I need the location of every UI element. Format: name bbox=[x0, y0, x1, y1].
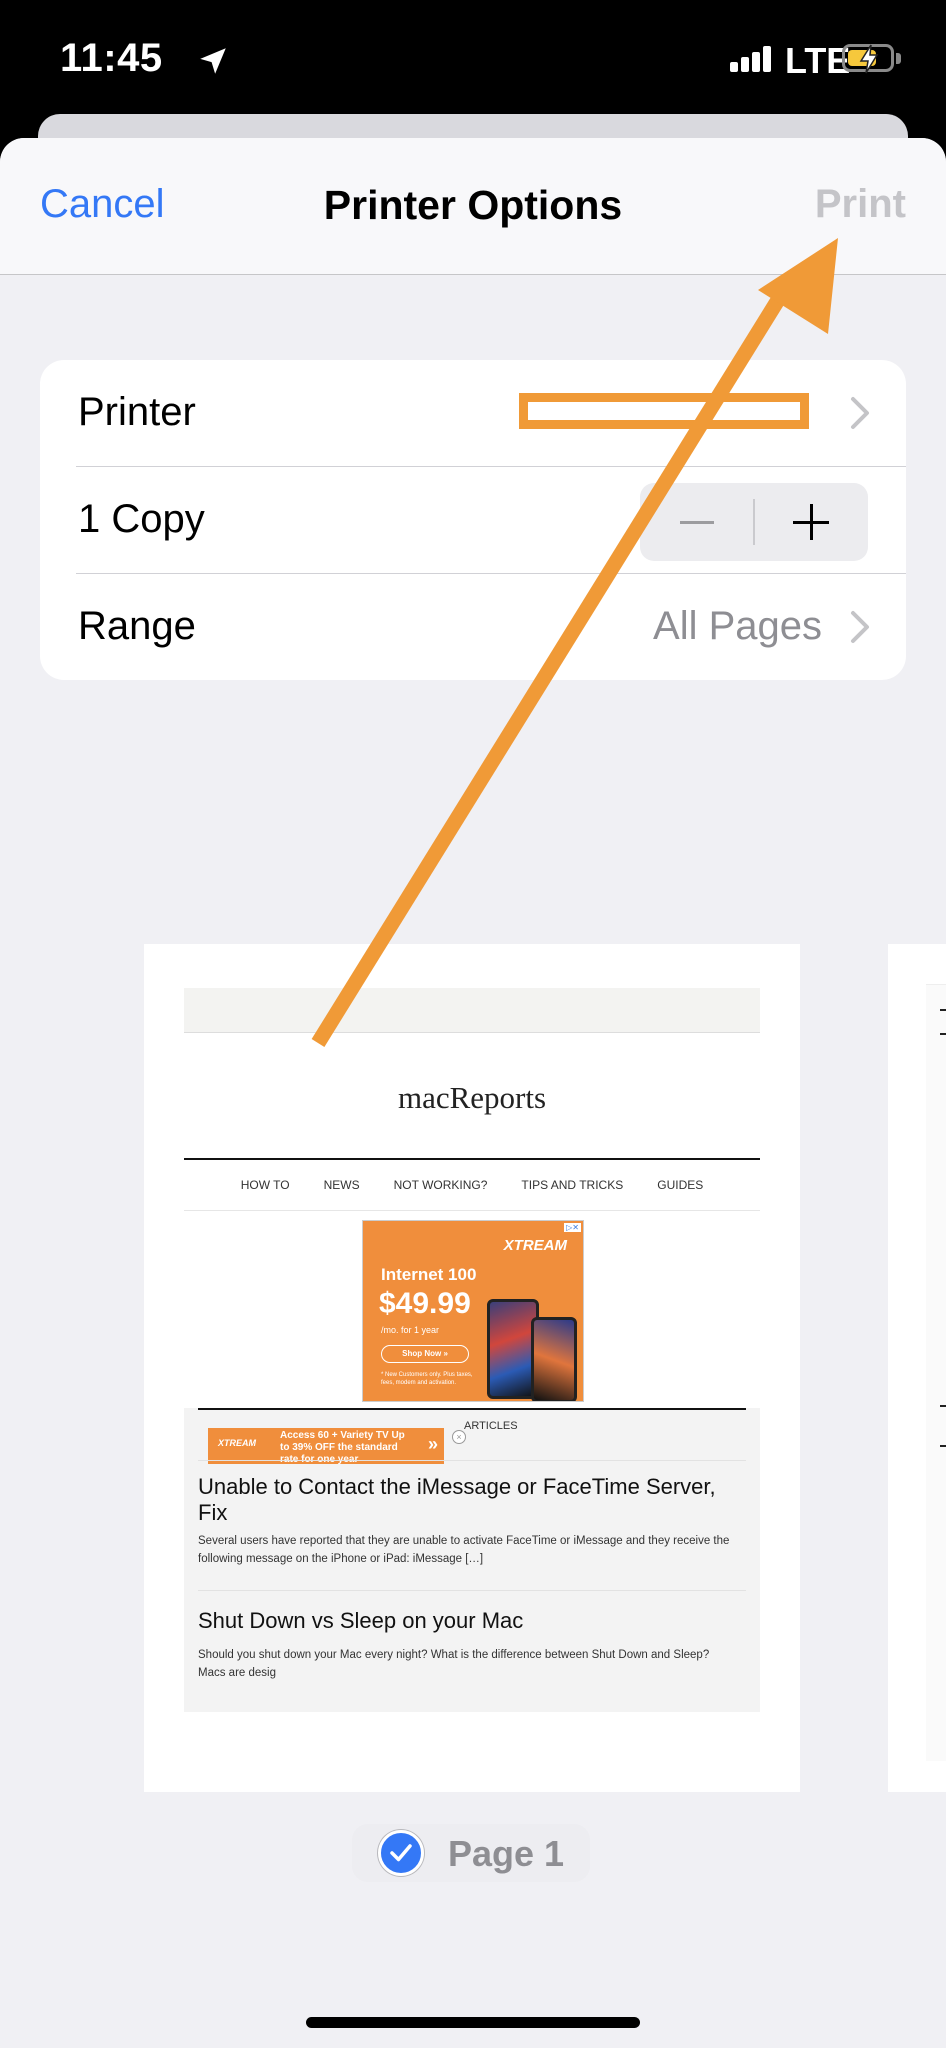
printer-options-sheet: Cancel Printer Options Print Printer 1 C… bbox=[0, 138, 946, 2048]
article-title: Unable to Contact the iMessage or FaceTi… bbox=[198, 1474, 716, 1525]
ad-price: $49.99 bbox=[379, 1287, 471, 1320]
site-nav: HOW TO NEWS NOT WORKING? TIPS AND TRICKS… bbox=[184, 1178, 760, 1192]
site-nav-item: TIPS AND TRICKS bbox=[521, 1178, 624, 1192]
ad-shop-button: Shop Now » bbox=[381, 1345, 469, 1363]
page-1-preview[interactable]: macReports HOW TO NEWS NOT WORKING? TIPS… bbox=[144, 944, 800, 1792]
text-fragment bbox=[940, 1445, 946, 1447]
redaction-highlight bbox=[519, 393, 809, 429]
page-selector[interactable]: Page 1 bbox=[352, 1824, 590, 1882]
webpage-snapshot: macReports HOW TO NEWS NOT WORKING? TIPS… bbox=[184, 988, 760, 1712]
site-nav-item: NOT WORKING? bbox=[393, 1178, 488, 1192]
page-2-preview[interactable] bbox=[888, 944, 946, 1792]
text-fragment bbox=[940, 1033, 946, 1035]
close-icon: × bbox=[452, 1430, 466, 1444]
ad-fine-print: * New Customers only. Plus taxes, fees, … bbox=[381, 1372, 473, 1386]
advertisement: ▷✕ XTREAM Internet 100 $49.99 /mo. for 1… bbox=[362, 1220, 584, 1402]
ad-term: /mo. for 1 year bbox=[381, 1325, 440, 1335]
checkmark-icon[interactable] bbox=[378, 1830, 424, 1876]
increment-button[interactable] bbox=[755, 483, 868, 561]
float-ad-brand: XTREAM bbox=[218, 1438, 256, 1448]
articles-rule bbox=[198, 1408, 746, 1410]
articles-tag: ARTICLES bbox=[464, 1420, 518, 1432]
article-title: Shut Down vs Sleep on your Mac bbox=[198, 1608, 524, 1633]
copies-stepper bbox=[640, 483, 868, 561]
decrement-button[interactable] bbox=[640, 483, 753, 561]
site-nav-divider bbox=[184, 1210, 760, 1211]
article-excerpt: Should you shut down your Mac every nigh… bbox=[198, 1649, 710, 1679]
printer-label: Printer bbox=[78, 390, 196, 434]
options-card: Printer 1 Copy Range All Pages bbox=[40, 360, 906, 680]
site-nav-item: NEWS bbox=[323, 1178, 360, 1192]
status-bar: 11:45 LTE bbox=[0, 0, 946, 120]
status-time: 11:45 bbox=[60, 36, 163, 80]
nav-bar: Cancel Printer Options Print bbox=[0, 138, 946, 275]
range-row[interactable]: Range All Pages bbox=[40, 574, 906, 680]
page-label: Page 1 bbox=[448, 1833, 565, 1874]
double-chevron-icon: » bbox=[427, 1434, 438, 1454]
ad-tablet-image bbox=[531, 1317, 577, 1401]
article-divider bbox=[198, 1460, 746, 1461]
home-indicator bbox=[306, 2017, 640, 2028]
copies-label: 1 Copy bbox=[78, 497, 205, 541]
text-fragment bbox=[940, 1009, 946, 1011]
battery-tip bbox=[896, 53, 901, 64]
network-label: LTE bbox=[785, 40, 851, 81]
article-excerpt: Several users have reported that they ar… bbox=[198, 1535, 730, 1565]
site-nav-item: GUIDES bbox=[657, 1178, 704, 1192]
site-top-band bbox=[184, 988, 760, 1033]
articles-section: ARTICLES XTREAM Access 60 + Variety TV U… bbox=[184, 1408, 760, 1712]
page-2-content bbox=[926, 984, 946, 1761]
page-title: Printer Options bbox=[323, 182, 623, 228]
site-header-rule bbox=[184, 1158, 760, 1160]
ad-headline: Internet 100 bbox=[381, 1265, 477, 1284]
text-fragment bbox=[940, 1405, 946, 1407]
site-nav-item: HOW TO bbox=[240, 1178, 290, 1192]
charging-bolt-icon bbox=[859, 44, 879, 74]
floating-ad: XTREAM Access 60 + Variety TV Up to 39% … bbox=[208, 1428, 444, 1465]
range-value: All Pages bbox=[653, 604, 822, 648]
battery-icon bbox=[842, 44, 894, 74]
copies-row: 1 Copy bbox=[40, 467, 906, 573]
print-button[interactable]: Print bbox=[815, 182, 906, 227]
ad-brand: XTREAM bbox=[503, 1237, 567, 1254]
chevron-right-icon bbox=[851, 611, 869, 643]
location-arrow-icon bbox=[200, 48, 226, 74]
range-label: Range bbox=[78, 604, 196, 648]
site-logo: macReports bbox=[397, 1080, 547, 1115]
printer-row[interactable]: Printer bbox=[40, 360, 906, 466]
chevron-right-icon bbox=[851, 397, 869, 429]
adchoices-icon: ▷✕ bbox=[564, 1223, 581, 1232]
article-divider bbox=[198, 1590, 746, 1591]
